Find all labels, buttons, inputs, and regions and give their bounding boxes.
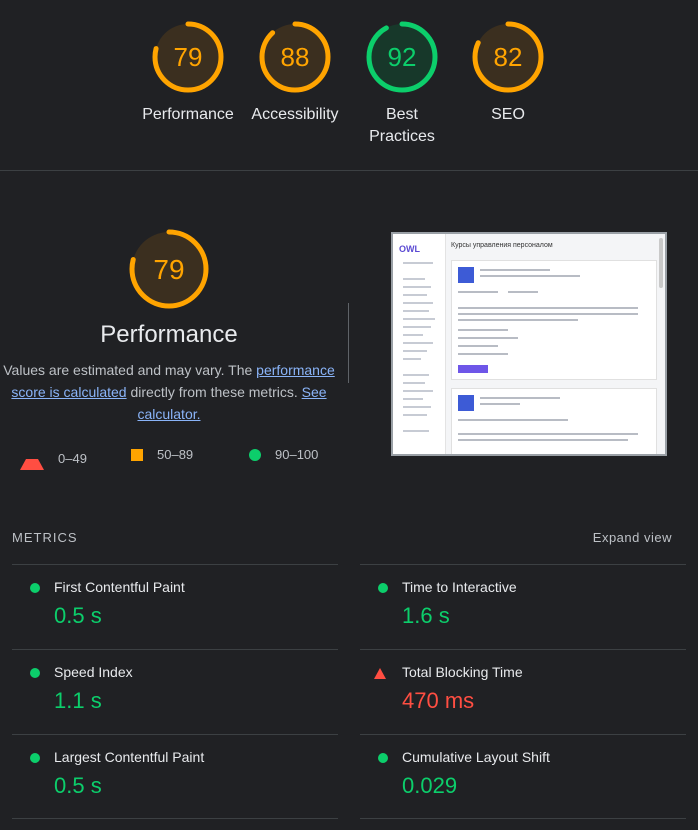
metric-value: 1.6 s	[402, 603, 450, 628]
metrics-header: METRICS	[12, 530, 78, 545]
page-screenshot-thumbnail[interactable]: OWL Курсы управления персоналом	[391, 232, 667, 456]
gauge-performance[interactable]: 79 Performance	[133, 20, 243, 126]
triangle-icon	[374, 668, 386, 679]
gauge-label-line2: Practices	[369, 128, 435, 145]
section-divider	[348, 303, 349, 383]
gauge-score: 92	[388, 42, 417, 72]
performance-big-gauge: 79	[127, 227, 211, 316]
metric-name: Largest Contentful Paint	[54, 749, 205, 765]
screenshot-card	[451, 260, 657, 380]
metric-name: Cumulative Layout Shift	[402, 749, 550, 765]
metric-name: First Contentful Paint	[54, 579, 185, 595]
legend-average-label: 50–89	[157, 447, 194, 462]
legend-poor: 0–49	[20, 447, 87, 470]
metric-value: 1.1 s	[54, 688, 102, 713]
metric-total-blocking-time: Total Blocking Time 470 ms	[360, 649, 686, 736]
circle-icon	[30, 753, 40, 763]
performance-gauge-ring: 79	[152, 21, 224, 93]
category-gauges: 79 Performance 88 Accessibility 92 Best …	[0, 0, 698, 171]
circle-icon	[378, 583, 388, 593]
metrics-bottom-divider	[360, 818, 686, 819]
circle-icon	[30, 668, 40, 678]
legend-good-label: 90–100	[275, 447, 319, 462]
metric-name: Time to Interactive	[402, 579, 517, 595]
triangle-icon	[20, 447, 44, 470]
gauge-score: 88	[281, 42, 310, 72]
desc-text-1: Values are estimated and may vary. The	[3, 362, 257, 378]
performance-big-gauge-ring: 79	[129, 229, 209, 309]
metric-value: 0.5 s	[54, 773, 102, 798]
screenshot-logo: OWL	[399, 244, 420, 254]
legend-poor-label: 0–49	[58, 451, 87, 466]
seo-gauge-ring: 82	[472, 21, 544, 93]
metric-value: 470 ms	[402, 688, 475, 713]
screenshot-sidebar: OWL	[393, 234, 446, 454]
desc-text-2: directly from these metrics.	[126, 384, 302, 400]
square-icon	[131, 448, 143, 461]
metrics-bottom-divider	[12, 818, 338, 819]
gauge-label: Best Practices	[347, 104, 457, 148]
best-practices-gauge-ring: 92	[366, 21, 438, 93]
gauge-label-line1: Best	[385, 106, 418, 123]
gauge-label: SEO	[491, 106, 525, 123]
expand-view-toggle[interactable]: Expand view	[593, 530, 672, 545]
legend-average: 50–89	[131, 447, 193, 462]
metric-cumulative-layout-shift: Cumulative Layout Shift 0.029	[360, 734, 686, 821]
gauge-score: 79	[174, 42, 203, 72]
performance-title: Performance	[100, 321, 238, 348]
metric-speed-index: Speed Index 1.1 s	[12, 649, 338, 736]
gauge-seo[interactable]: 82 SEO	[453, 20, 563, 126]
screenshot-heading: Курсы управления персоналом	[451, 242, 553, 249]
metric-largest-contentful-paint: Largest Contentful Paint 0.5 s	[12, 734, 338, 821]
metric-name: Speed Index	[54, 664, 133, 680]
screenshot-scrollbar	[659, 238, 663, 288]
legend-good: 90–100	[249, 447, 318, 462]
metric-time-to-interactive: Time to Interactive 1.6 s	[360, 564, 686, 651]
metric-value: 0.5 s	[54, 603, 102, 628]
gauge-label: Accessibility	[251, 106, 339, 123]
gauge-label: Performance	[142, 106, 234, 123]
gauge-best-practices[interactable]: 92 Best Practices	[347, 20, 457, 148]
gauge-accessibility[interactable]: 88 Accessibility	[240, 20, 350, 126]
circle-icon	[30, 583, 40, 593]
circle-icon	[378, 753, 388, 763]
metric-first-contentful-paint: First Contentful Paint 0.5 s	[12, 564, 338, 651]
metric-name: Total Blocking Time	[402, 664, 523, 680]
performance-description: Values are estimated and may vary. The p…	[0, 359, 338, 425]
performance-section: 79 Performance Values are estimated and …	[0, 171, 698, 511]
screenshot-card	[451, 388, 657, 454]
screenshot-main: Курсы управления персоналом	[451, 242, 659, 454]
performance-big-score: 79	[153, 254, 184, 285]
accessibility-gauge-ring: 88	[259, 21, 331, 93]
circle-icon	[249, 448, 261, 461]
metric-value: 0.029	[402, 773, 458, 798]
gauge-score: 82	[494, 42, 523, 72]
